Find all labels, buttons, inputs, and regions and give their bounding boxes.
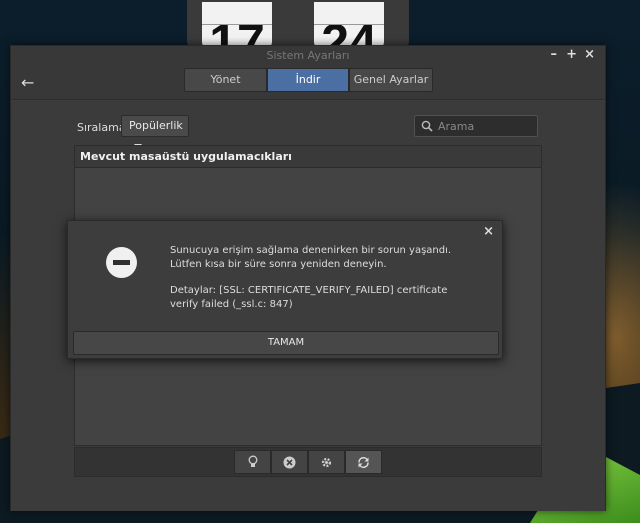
sort-dropdown-value: Popülerlik xyxy=(129,119,183,132)
window-title: Sistem Ayarları xyxy=(266,49,350,62)
clock-minute: 24 xyxy=(314,2,384,48)
refresh-button[interactable] xyxy=(345,450,382,474)
tab-general-settings[interactable]: Genel Ayarlar xyxy=(349,68,433,92)
maximize-button[interactable]: + xyxy=(566,47,577,62)
search-input[interactable] xyxy=(438,119,536,133)
sort-label: Sıralama xyxy=(77,121,126,134)
tab-manage[interactable]: Yönet xyxy=(184,68,267,92)
close-button[interactable]: × xyxy=(584,47,595,62)
tab-bar: Yönet İndir Genel Ayarlar xyxy=(184,68,433,92)
search-box[interactable] xyxy=(414,115,538,137)
configure-button[interactable] xyxy=(308,450,345,474)
clock-hour: 17 xyxy=(202,2,272,48)
ok-button[interactable]: TAMAM xyxy=(73,331,499,355)
gear-icon xyxy=(321,457,332,467)
back-arrow-icon[interactable]: ← xyxy=(21,73,34,92)
dialog-details: Detaylar: [SSL: CERTIFICATE_VERIFY_FAILE… xyxy=(170,285,448,310)
lightbulb-icon xyxy=(248,455,257,467)
dialog-message: Sunucuya erişim sağlama denenirken bir s… xyxy=(170,245,452,270)
error-dialog: × Sunucuya erişim sağlama denenirken bir… xyxy=(67,220,503,359)
uninstall-button[interactable] xyxy=(271,450,308,474)
action-button-group xyxy=(234,450,382,474)
toolbar: ← Yönet İndir Genel Ayarlar xyxy=(11,66,605,100)
minimize-button[interactable]: – xyxy=(551,47,558,62)
sort-dropdown[interactable]: Popülerlik xyxy=(121,115,189,149)
panel-heading: Mevcut masaüstü uygulamacıkları xyxy=(75,146,541,168)
dialog-close-button[interactable]: × xyxy=(483,224,494,239)
tab-download[interactable]: İndir xyxy=(267,68,349,92)
dialog-message-area: Sunucuya erişim sağlama denenirken bir s… xyxy=(170,244,458,312)
refresh-icon xyxy=(358,456,369,468)
info-button[interactable] xyxy=(234,450,271,474)
search-icon xyxy=(421,120,433,132)
cancel-icon xyxy=(283,456,296,468)
titlebar: Sistem Ayarları – + × xyxy=(11,46,605,66)
action-bar xyxy=(74,447,542,477)
error-icon xyxy=(106,247,137,278)
